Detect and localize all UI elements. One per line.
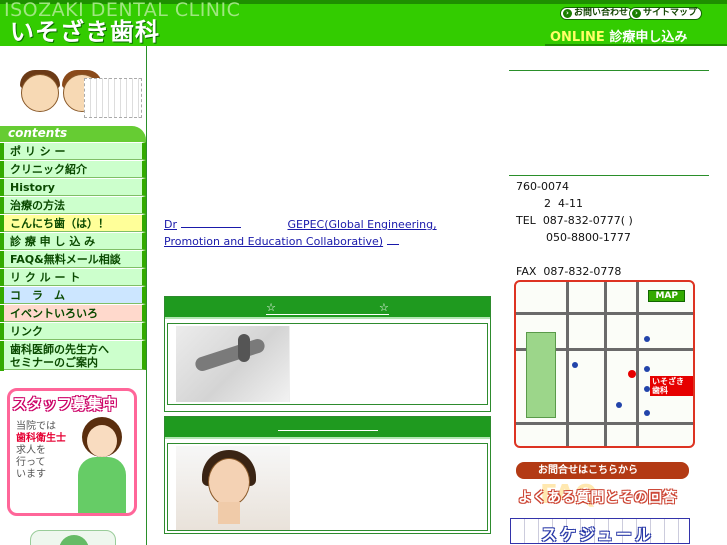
street-address: 2 4-11 [544,197,583,210]
dental-equipment-image[interactable] [176,326,290,402]
staff-banner-text: 当院では 歯科衛生士 求人を 行って います [16,421,66,480]
site-logo[interactable]: いそざき歯科 [10,12,160,47]
sidebar-item-column[interactable]: コ ラ ム [0,286,146,304]
arrow-icon: › [563,9,572,18]
sidebar-item-konnichiha[interactable]: こんにち歯（は）！ [0,214,146,232]
tel2-line[interactable]: 050-8800-1777 [516,229,633,246]
staff-banner-title: スタッフ募集中 [12,395,118,413]
sidebar-item-faq[interactable]: FAQ&無料メール相談 [0,250,146,268]
sidebar-item-recruit[interactable]: リ ク ル ー ト [0,268,146,286]
clinic-location-pin [628,370,636,378]
arrow-icon: › [632,9,641,18]
smiling-woman-image[interactable] [176,446,290,530]
feature-box-header: ☆ ☆ [165,297,490,319]
right-divider-mid [509,175,709,176]
sidebar-item-treatment[interactable]: 治療の方法 [0,196,146,214]
sitemap-link[interactable]: › サイトマップ [629,7,703,20]
intro-dr-link[interactable]: Dr [164,218,177,231]
site-header: ISOZAKI DENTAL CLINIC いそざき歯科 › お問い合わせ › … [0,0,727,46]
online-booking-link[interactable]: ONLINE 診療申し込み [550,26,687,45]
contact-link[interactable]: › お問い合わせ [560,7,634,20]
feature-box-smile [164,416,491,534]
feature-box-body [167,323,488,405]
sidebar-item-events[interactable]: イベントいろいろ [0,304,146,322]
sidebar-item-policy[interactable]: ポ リ シ ー [0,142,146,160]
feature-box-header [165,417,490,439]
feature-box-equipment: ☆ ☆ [164,296,491,412]
faq-button[interactable]: よくある質問とその回答 [518,487,688,511]
sidebar: contents ポ リ シ ー クリニック紹介 History 治療の方法 こ… [0,46,146,545]
schedule-button[interactable]: スケジュール [510,518,690,544]
postal-code: 760-0074 [516,180,569,193]
sidebar-menu: ポ リ シ ー クリニック紹介 History 治療の方法 こんにち歯（は）！ … [0,142,146,371]
sidebar-item-history[interactable]: History [0,178,146,196]
clinic-map[interactable]: MAP いそざき歯科 [514,280,695,448]
circle-icon [59,535,89,545]
right-divider-top [509,70,709,71]
sidebar-item-booking[interactable]: 診 療 申 し 込 み [0,232,146,250]
receptionist-illustration [72,417,132,513]
contact-button[interactable]: お問合せはこちらから [516,462,689,479]
map-tag: MAP [648,290,685,302]
clinic-address: 760-0074 2 4-11 TEL 087-832-0777( ) 050-… [516,178,633,280]
feature-box-body [167,443,488,531]
teeth-illustration [84,78,142,118]
tel-line: TEL 087-832-0777( ) [516,214,633,227]
park-area [526,332,556,418]
map-clinic-label: いそざき歯科 [650,376,693,396]
sidebar-item-clinic[interactable]: クリニック紹介 [0,160,146,178]
contents-heading: contents [0,126,146,142]
header-underline [545,44,727,46]
dentist-face-icon [21,74,59,112]
staff-recruit-banner[interactable]: スタッフ募集中 当院では 歯科衛生士 求人を 行って います [7,388,137,516]
sidebar-bottom-button[interactable] [30,530,116,545]
intro-text: Dr GEPEC(Global Engineering, Promotion a… [164,216,484,250]
sidebar-item-seminar[interactable]: 歯科医師の先生方へ セミナーのご案内 [0,340,146,371]
sidebar-item-links[interactable]: リンク [0,322,146,340]
staff-illustration [0,70,146,128]
fax-line: FAX 087-832-0778 [516,265,622,278]
sidebar-divider [146,46,147,545]
